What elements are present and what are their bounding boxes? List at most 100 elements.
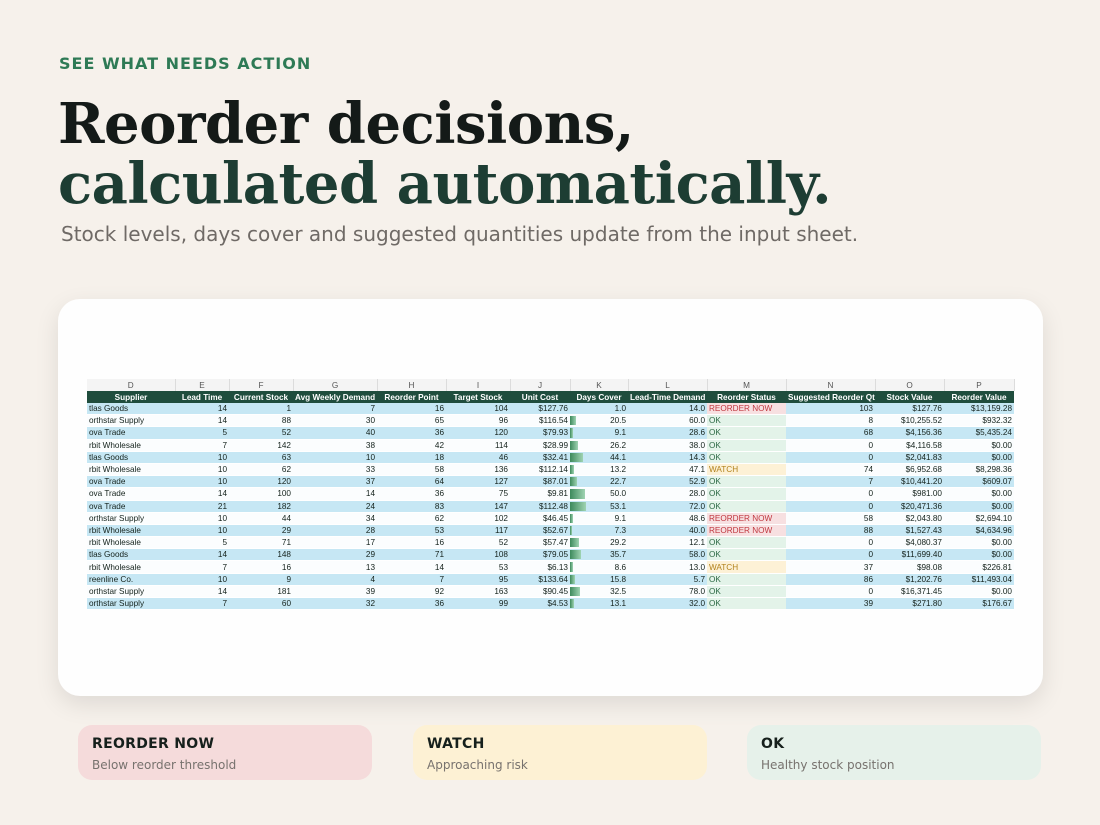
- cell-target: 117: [446, 524, 510, 538]
- cell-demand: 37: [293, 475, 377, 489]
- days-cover-value: 7.3: [614, 525, 626, 535]
- column-header: Current Stock: [229, 391, 293, 403]
- cell-qty: 68: [786, 426, 875, 440]
- cell-lead: 7: [175, 439, 229, 452]
- headline-line-2: calculated automatically.: [58, 151, 832, 217]
- cell-qty: 0: [786, 500, 875, 513]
- cell-rop: 64: [377, 475, 446, 489]
- column-letter: I: [446, 379, 511, 391]
- cell-ltd: 14.0: [628, 403, 707, 416]
- cell-qty: 0: [786, 585, 875, 599]
- cell-target: 136: [446, 463, 510, 477]
- cell-rval: $0.00: [944, 439, 1014, 452]
- column-header: Reorder Point: [377, 391, 446, 403]
- status-badge: OK: [707, 585, 786, 599]
- cell-days-cover: 35.7: [570, 548, 628, 562]
- cell-days-cover: 22.7: [570, 475, 628, 489]
- days-cover-bar: [570, 538, 579, 548]
- status-badge: REORDER NOW: [707, 403, 786, 416]
- cell-ltd: 13.0: [628, 560, 707, 574]
- cell-rval: $0.00: [944, 451, 1014, 464]
- cell-demand: 24: [293, 500, 377, 513]
- cell-target: 99: [446, 597, 510, 611]
- cell-supplier: orthstar Supply: [87, 585, 175, 599]
- table-body: tlas Goods 14 1 7 16 104 $127.76 1.0 14.0 REORDER…: [87, 403, 1014, 611]
- status-badge: OK: [707, 548, 786, 562]
- cell-cost: $112.48: [510, 500, 570, 513]
- table-row: ova Trade 5 52 40 36 120 $79.93 9.1 28.6 OK 68 $4,1…: [87, 426, 1014, 440]
- column-header: Reorder Status: [707, 391, 786, 403]
- cell-stock: 29: [229, 524, 293, 538]
- legend-ok-desc: Healthy stock position: [761, 758, 895, 772]
- days-cover-value: 13.2: [610, 465, 626, 475]
- cell-rval: $0.00: [944, 500, 1014, 513]
- cell-lead: 14: [175, 585, 229, 599]
- cell-lead: 5: [175, 426, 229, 440]
- cell-cost: $28.99: [510, 439, 570, 452]
- cell-demand: 34: [293, 512, 377, 525]
- cell-demand: 38: [293, 439, 377, 452]
- cell-cost: $79.93: [510, 426, 570, 440]
- column-header: Supplier: [87, 391, 175, 403]
- cell-days-cover: 15.8: [570, 573, 628, 586]
- table-row: tlas Goods 10 63 10 18 46 $32.41 44.1 14.3 OK 0 $2,…: [87, 451, 1014, 464]
- column-letter: L: [628, 379, 708, 391]
- cell-qty: 0: [786, 451, 875, 464]
- cell-rop: 16: [377, 536, 446, 550]
- days-cover-bar: [570, 452, 583, 462]
- column-letter: J: [510, 379, 571, 391]
- cell-qty: 0: [786, 487, 875, 501]
- cell-stock: 182: [229, 500, 293, 513]
- cell-sval: $98.08: [875, 560, 944, 574]
- column-letter: P: [944, 379, 1015, 391]
- cell-target: 120: [446, 426, 510, 440]
- table-row: ova Trade 10 120 37 64 127 $87.01 22.7 52.9 OK 7 $1…: [87, 475, 1014, 489]
- status-badge: OK: [707, 451, 786, 464]
- days-cover-bar: [570, 562, 573, 572]
- cell-rval: $0.00: [944, 548, 1014, 562]
- cell-rop: 92: [377, 585, 446, 599]
- legend-reorder-title: REORDER NOW: [92, 736, 215, 752]
- legend-reorder-desc: Below reorder threshold: [92, 758, 237, 772]
- status-badge: OK: [707, 439, 786, 452]
- status-badge: OK: [707, 487, 786, 501]
- cell-cost: $6.13: [510, 560, 570, 574]
- cell-rop: 14: [377, 560, 446, 574]
- cell-stock: 100: [229, 487, 293, 501]
- cell-rval: $5,435.24: [944, 426, 1014, 440]
- cell-target: 147: [446, 500, 510, 513]
- cell-rop: 62: [377, 512, 446, 525]
- cell-rval: $11,493.04: [944, 573, 1014, 586]
- status-badge: WATCH: [707, 560, 786, 574]
- days-cover-bar: [570, 440, 578, 450]
- table-row: rbit Wholesale 10 29 28 53 117 $52.67 7.3 40.0 RE…: [87, 524, 1014, 538]
- legend-watch-desc: Approaching risk: [427, 758, 528, 772]
- column-header: Reorder Value: [944, 391, 1014, 403]
- cell-ltd: 52.9: [628, 475, 707, 489]
- status-badge: OK: [707, 414, 786, 428]
- cell-target: 104: [446, 403, 510, 416]
- column-letter: E: [175, 379, 230, 391]
- cell-lead: 21: [175, 500, 229, 513]
- cell-supplier: rbit Wholesale: [87, 536, 175, 550]
- cell-target: 108: [446, 548, 510, 562]
- cell-cost: $116.54: [510, 414, 570, 428]
- reorder-table: DEFGHIJKLMNOP Supplier Lead Time Current S…: [87, 379, 1015, 611]
- cell-stock: 16: [229, 560, 293, 574]
- cell-qty: 58: [786, 512, 875, 525]
- cell-sval: $11,699.40: [875, 548, 944, 562]
- cell-rval: $2,694.10: [944, 512, 1014, 525]
- cell-ltd: 78.0: [628, 585, 707, 599]
- cell-lead: 14: [175, 548, 229, 562]
- cell-lead: 7: [175, 560, 229, 574]
- cell-rval: $932.32: [944, 414, 1014, 428]
- cell-lead: 5: [175, 536, 229, 550]
- days-cover-bar: [570, 599, 574, 609]
- table-row: orthstar Supply 14 181 39 92 163 $90.45 32.5 78.…: [87, 585, 1014, 599]
- cell-days-cover: 32.5: [570, 585, 628, 599]
- table-row: rbit Wholesale 5 71 17 16 52 $57.47 29.2 12.1 OK 0…: [87, 536, 1014, 550]
- cell-qty: 0: [786, 536, 875, 550]
- days-cover-value: 22.7: [610, 477, 626, 487]
- cell-sval: $127.76: [875, 403, 944, 416]
- cell-cost: $90.45: [510, 585, 570, 599]
